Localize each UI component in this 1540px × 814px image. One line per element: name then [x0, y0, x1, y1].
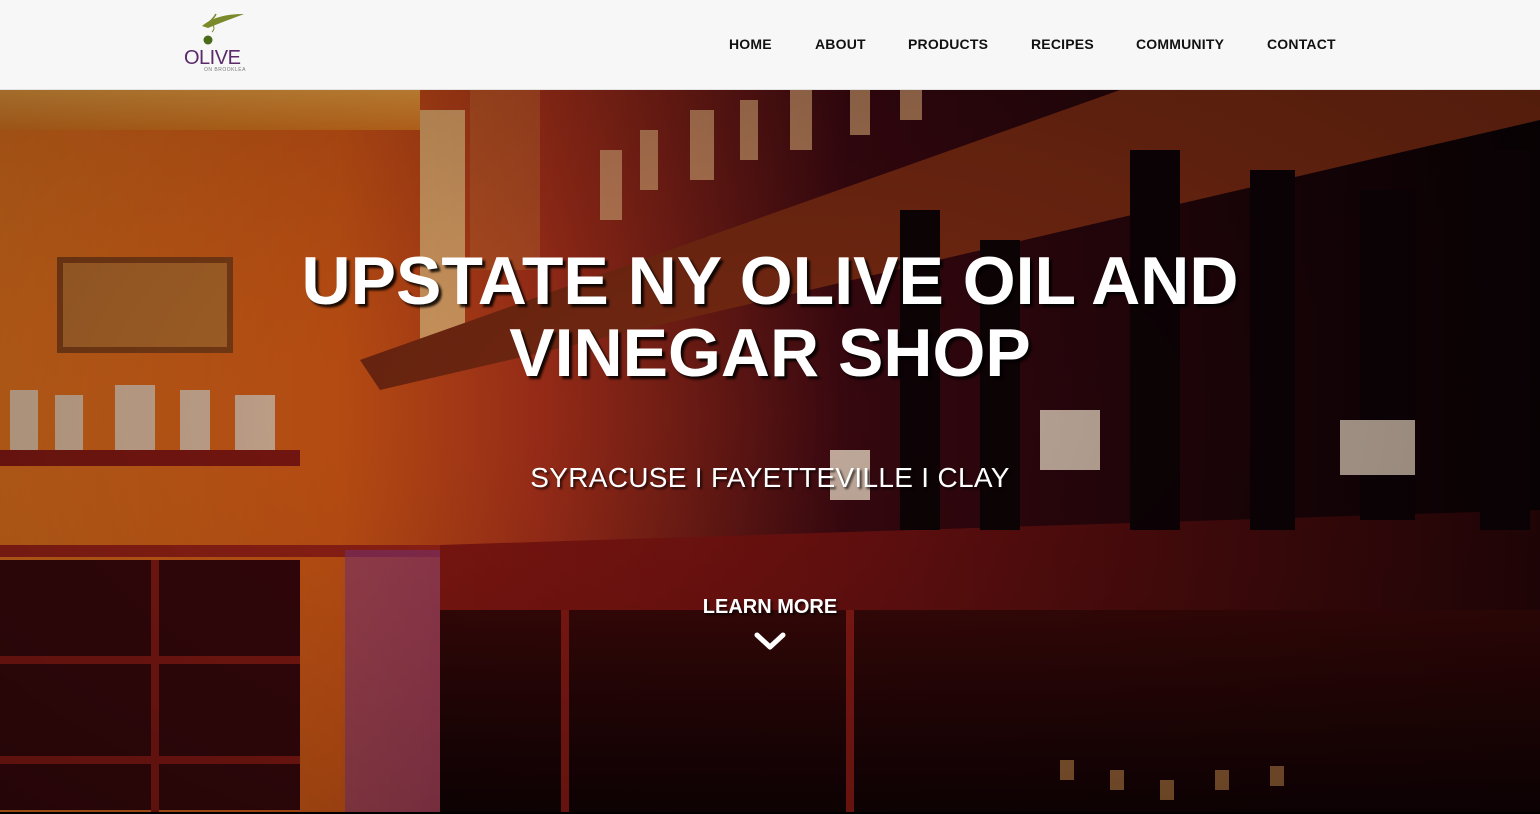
learn-more-label: LEARN MORE: [702, 596, 838, 618]
nav-recipes[interactable]: RECIPES: [1031, 36, 1094, 52]
chevron-down-icon[interactable]: [754, 632, 786, 652]
hero-title-line2: VINEGAR SHOP: [509, 315, 1031, 391]
logo-tagline: ON BROOKLEA: [204, 67, 246, 73]
hero-section: UPSTATE NY OLIVE OIL AND VINEGAR SHOP SY…: [0, 90, 1540, 812]
nav-community[interactable]: COMMUNITY: [1136, 36, 1224, 52]
nav-products[interactable]: PRODUCTS: [908, 36, 988, 52]
nav-home[interactable]: HOME: [729, 36, 772, 52]
olive-leaf-icon: [202, 13, 244, 45]
hero-overlay: [0, 90, 1540, 812]
hero-title-line1: UPSTATE NY OLIVE OIL AND: [301, 243, 1239, 319]
site-header: OLIVE ON BROOKLEA HOME ABOUT PRODUCTS RE…: [0, 0, 1540, 90]
nav-contact[interactable]: CONTACT: [1267, 36, 1336, 52]
hero-title: UPSTATE NY OLIVE OIL AND VINEGAR SHOP: [0, 245, 1540, 389]
nav-about[interactable]: ABOUT: [815, 36, 866, 52]
olive-logo[interactable]: OLIVE ON BROOKLEA: [180, 12, 252, 74]
learn-more-button[interactable]: LEARN MORE: [670, 596, 870, 656]
logo-wordmark: OLIVE: [184, 47, 241, 69]
hero-locations: SYRACUSE I FAYETTEVILLE I CLAY: [530, 462, 1010, 493]
